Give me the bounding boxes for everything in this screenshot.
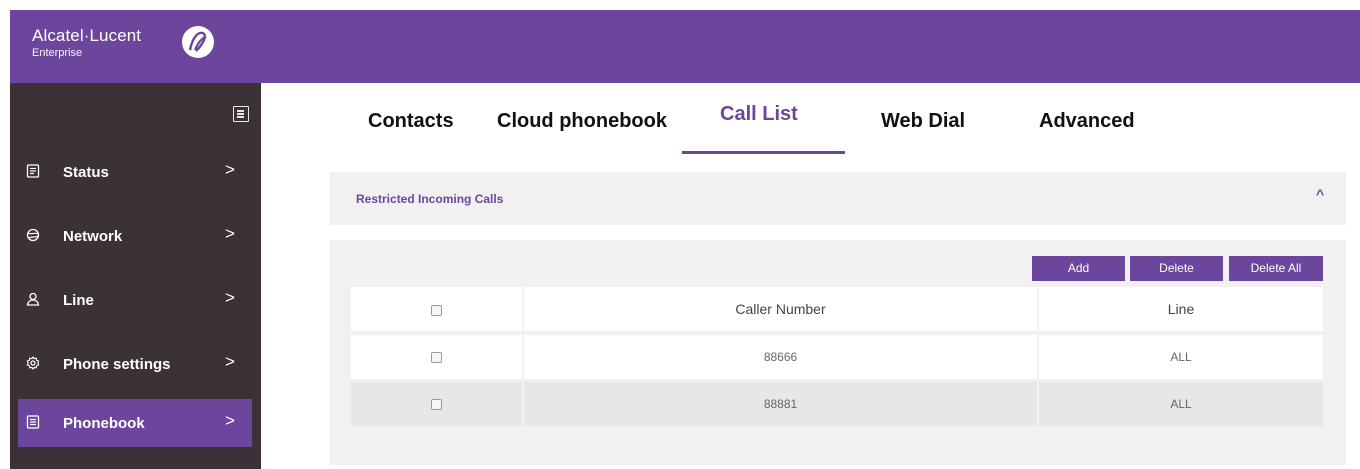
- tab-call-list[interactable]: Call List: [720, 103, 798, 126]
- tab-advanced[interactable]: Advanced: [1039, 110, 1135, 133]
- table-row: 88666 ALL: [351, 335, 1323, 379]
- line-cell: ALL: [1039, 335, 1323, 379]
- add-button[interactable]: Add: [1032, 256, 1125, 281]
- sidebar-item-label: Network: [63, 228, 123, 245]
- top-bar: Alcatel·Lucent Enterprise: [10, 10, 1360, 83]
- collapse-menu-icon[interactable]: [233, 106, 249, 122]
- sidebar-item-phone-settings[interactable]: Phone settings >: [18, 340, 252, 388]
- line-cell: ALL: [1039, 382, 1323, 426]
- caller-number-cell: 88881: [524, 382, 1037, 426]
- settings-gear-icon: [26, 356, 40, 370]
- column-header-line: Line: [1039, 287, 1323, 331]
- sidebar-item-status[interactable]: Status >: [18, 148, 252, 196]
- sidebar-item-label: Phonebook: [63, 415, 145, 432]
- tab-cloud-phonebook[interactable]: Cloud phonebook: [497, 110, 667, 133]
- active-tab-indicator: [682, 151, 845, 154]
- row-checkbox[interactable]: [431, 352, 442, 364]
- status-icon: [26, 164, 40, 178]
- chevron-right-icon: >: [225, 411, 235, 430]
- chevron-right-icon: >: [225, 160, 235, 179]
- sidebar-item-network[interactable]: Network >: [18, 212, 252, 260]
- sidebar-item-label: Line: [63, 292, 94, 309]
- sidebar-item-label: Status: [63, 164, 109, 181]
- brand: Alcatel·Lucent Enterprise: [32, 26, 214, 59]
- tab-web-dial[interactable]: Web Dial: [881, 110, 965, 133]
- tab-bar: Contacts Cloud phonebook Call List Web D…: [330, 96, 1230, 156]
- collapse-caret-icon[interactable]: ^: [1316, 186, 1324, 202]
- chevron-right-icon: >: [225, 288, 235, 307]
- sidebar-item-phonebook[interactable]: Phonebook >: [18, 399, 252, 447]
- brand-name: Alcatel·Lucent: [32, 26, 142, 45]
- sidebar-item-line[interactable]: Line >: [18, 276, 252, 324]
- call-list-panel: Add Delete Delete All Caller Number Line…: [330, 240, 1346, 465]
- section-title: Restricted Incoming Calls: [356, 192, 504, 206]
- sidebar: Status > Network > Line > Phone settings…: [10, 83, 261, 469]
- delete-all-button[interactable]: Delete All: [1229, 256, 1323, 281]
- brand-subtitle: Enterprise: [32, 47, 83, 59]
- user-icon: [26, 292, 40, 306]
- select-all-cell: [351, 287, 522, 331]
- select-all-checkbox[interactable]: [431, 304, 442, 316]
- table-header-row: Caller Number Line: [351, 287, 1323, 331]
- row-select-cell: [351, 335, 522, 379]
- column-header-caller-number: Caller Number: [524, 287, 1037, 331]
- phonebook-icon: [26, 415, 40, 429]
- alcatel-logo-icon: [182, 26, 214, 58]
- delete-button[interactable]: Delete: [1130, 256, 1223, 281]
- table-row: 88881 ALL: [351, 382, 1323, 426]
- section-header-restricted-incoming-calls[interactable]: Restricted Incoming Calls ^: [330, 172, 1346, 225]
- sidebar-item-label: Phone settings: [63, 356, 171, 373]
- chevron-right-icon: >: [225, 224, 235, 243]
- row-select-cell: [351, 382, 522, 426]
- caller-number-cell: 88666: [524, 335, 1037, 379]
- tab-contacts[interactable]: Contacts: [368, 110, 454, 133]
- row-checkbox[interactable]: [431, 399, 442, 411]
- network-icon: [26, 228, 40, 242]
- chevron-right-icon: >: [225, 352, 235, 371]
